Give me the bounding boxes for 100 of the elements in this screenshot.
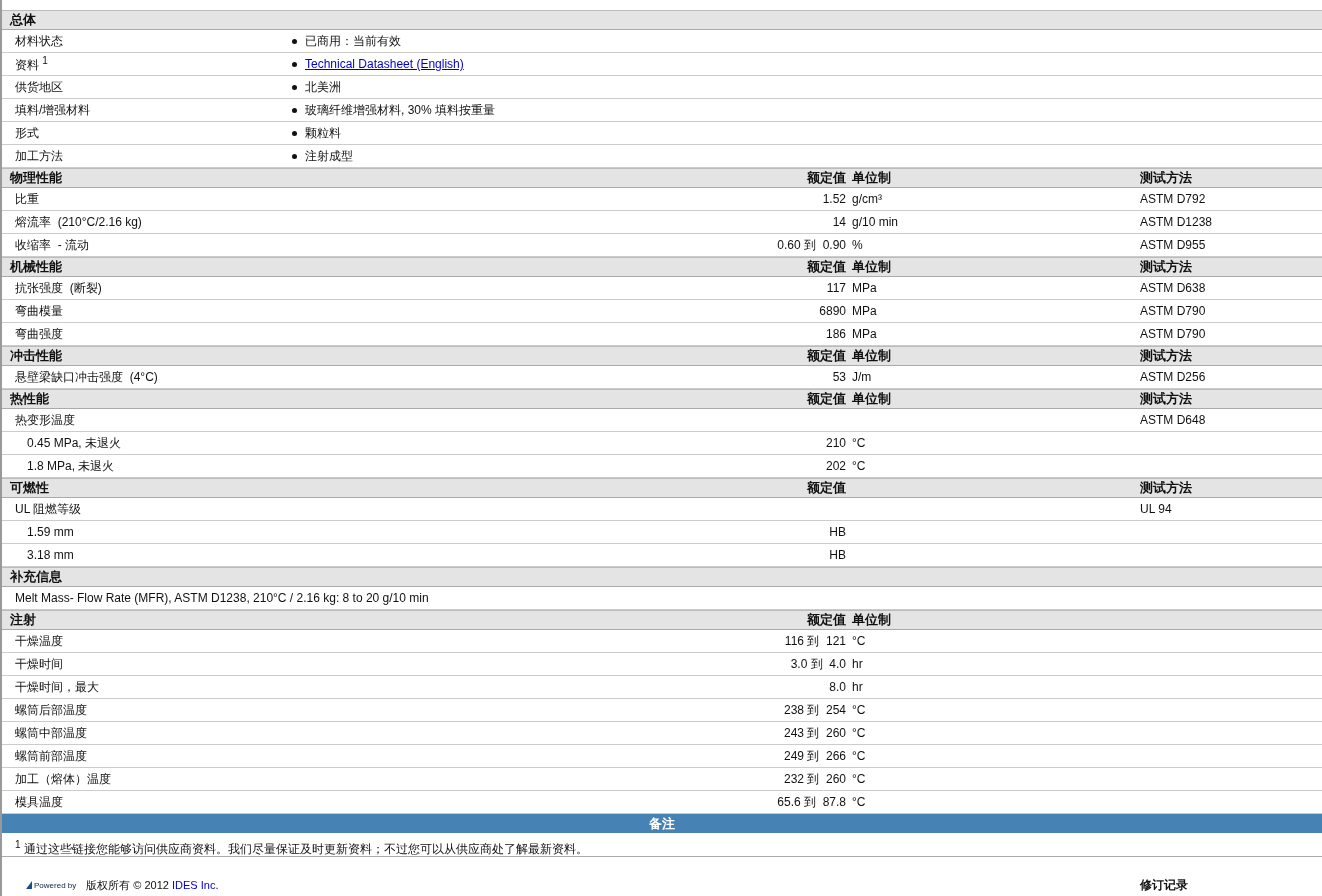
property-label: 0.45 MPa, 未退火 [26, 434, 123, 452]
bullet-icon [292, 61, 297, 67]
property-label: 1.8 MPa, 未退火 [26, 457, 116, 475]
property-value: 8.0 [828, 680, 847, 694]
column-heading: 单位制 [852, 611, 892, 629]
property-value: 116 到 121 [783, 632, 847, 650]
column-heading: 额定值 [806, 169, 847, 187]
property-label: 螺筒前部温度 [14, 747, 88, 765]
property-value: 117 [825, 281, 847, 295]
column-heading: 额定值 [806, 390, 847, 408]
property-unit: °C [852, 772, 867, 786]
property-value: HB [828, 525, 847, 539]
property-value: 1.52 [821, 192, 847, 206]
property-label: 弯曲强度 [14, 325, 64, 343]
property-unit: hr [852, 657, 864, 671]
property-label: 干燥时间 [14, 655, 64, 673]
column-heading: 单位制 [852, 390, 892, 408]
property-label: 加工方法 [14, 147, 64, 165]
property-label: 熔流率 (210°C/2.16 kg) [14, 213, 143, 231]
bullet-icon [292, 107, 297, 113]
column-heading: 测试方法 [1139, 479, 1193, 497]
property-value: 14 [831, 215, 847, 229]
column-heading: 单位制 [852, 347, 892, 365]
property-label: UL 阻燃等级 [14, 500, 83, 518]
property-value: 注射成型 [305, 147, 353, 165]
property-label: 加工（熔体）温度 [14, 770, 112, 788]
copyright-text: 版权所有 © 2012 IDES Inc. [86, 877, 219, 893]
datasheet-link[interactable]: Technical Datasheet (English) [305, 57, 464, 71]
column-heading: 测试方法 [1139, 169, 1193, 187]
property-value: 232 到 260 [782, 770, 847, 788]
powered-by-logo: Powered by [26, 880, 77, 890]
property-label: 干燥时间，最大 [14, 678, 100, 696]
column-heading: 单位制 [852, 258, 892, 276]
property-value: 249 到 266 [782, 747, 847, 765]
property-value: 202 [824, 459, 847, 473]
property-label: 形式 [14, 124, 40, 142]
test-method: ASTM D256 [1139, 370, 1207, 384]
property-unit: J/m [852, 370, 873, 384]
property-unit: °C [852, 749, 867, 763]
property-label: 弯曲模量 [14, 302, 64, 320]
property-value: HB [828, 548, 847, 562]
column-heading: 额定值 [806, 479, 847, 497]
property-label: 螺筒中部温度 [14, 724, 88, 742]
bullet-icon [292, 153, 297, 159]
property-unit: g/cm³ [852, 192, 883, 206]
column-heading: 测试方法 [1139, 347, 1193, 365]
property-label: 3.18 mm [26, 548, 75, 562]
test-method: ASTM D648 [1139, 413, 1207, 427]
section-title: 注射 [9, 611, 37, 629]
test-method: ASTM D1238 [1139, 215, 1214, 229]
section-title: 总体 [8, 11, 37, 29]
property-value: 颗粒料 [305, 124, 341, 142]
property-value: 186 [824, 327, 847, 341]
property-label: 供货地区 [14, 78, 64, 96]
property-unit: °C [852, 459, 867, 473]
column-heading: 额定值 [806, 258, 847, 276]
column-heading: 单位制 [852, 169, 892, 187]
property-value: 北美洲 [305, 78, 341, 96]
test-method: ASTM D638 [1139, 281, 1207, 295]
property-label: 悬壁梁缺口冲击强度 (4°C) [14, 368, 159, 386]
property-label: 收缩率 - 流动 [14, 236, 90, 254]
notes-header: 备注 [2, 814, 1322, 833]
property-unit: % [852, 238, 864, 252]
property-unit: MPa [852, 327, 878, 341]
property-label: 干燥温度 [14, 632, 64, 650]
property-value: 65.6 到 87.8 [776, 793, 847, 811]
property-value: 玻璃纤维增强材料, 30% 填料按重量 [305, 101, 496, 119]
section-title: 补充信息 [9, 568, 63, 586]
section-title: 物理性能 [9, 169, 63, 187]
property-label: 模具温度 [14, 793, 64, 811]
company-link[interactable]: IDES Inc. [172, 878, 219, 891]
property-value: 243 到 260 [782, 724, 847, 742]
property-unit: MPa [852, 281, 878, 295]
test-method: ASTM D790 [1139, 327, 1207, 341]
property-unit: °C [852, 726, 867, 740]
property-label: 填料/增强材料 [14, 101, 92, 119]
note-text: Melt Mass- Flow Rate (MFR), ASTM D1238, 210°C / 2.16 kg: 8 to 20 g/10 min [14, 591, 429, 605]
test-method: ASTM D955 [1139, 238, 1207, 252]
column-heading: 测试方法 [1139, 390, 1193, 408]
property-value: 210 [824, 436, 847, 450]
property-unit: °C [852, 795, 867, 809]
test-method: UL 94 [1139, 502, 1173, 516]
property-unit: °C [852, 703, 867, 717]
property-unit: g/10 min [852, 215, 900, 229]
section-title: 冲击性能 [9, 347, 63, 365]
property-label: 热变形温度 [14, 411, 76, 429]
property-label: 1.59 mm [26, 525, 75, 539]
revision-history-heading: 修订记录 [1140, 876, 1188, 894]
test-method: ASTM D790 [1139, 304, 1207, 318]
property-label: 材料状态 [14, 32, 64, 50]
property-value: 0.60 到 0.90 [776, 236, 847, 254]
column-heading: 额定值 [806, 347, 847, 365]
property-value: 3.0 到 4.0 [789, 655, 847, 673]
column-heading: 额定值 [806, 611, 847, 629]
footnote-text: $^{1}$ 通过这些链接您能够访问供应商资料。我们尽量保证及时更新资料；不过您可以从供应商处了解最新资料。 [2, 833, 1322, 857]
property-label: 资料 $^{1}$ [14, 54, 49, 74]
property-value: 238 到 254 [782, 701, 847, 719]
property-label: 比重 [14, 190, 40, 208]
property-label: 抗张强度 (断裂) [14, 279, 103, 297]
column-heading: 测试方法 [1139, 258, 1193, 276]
